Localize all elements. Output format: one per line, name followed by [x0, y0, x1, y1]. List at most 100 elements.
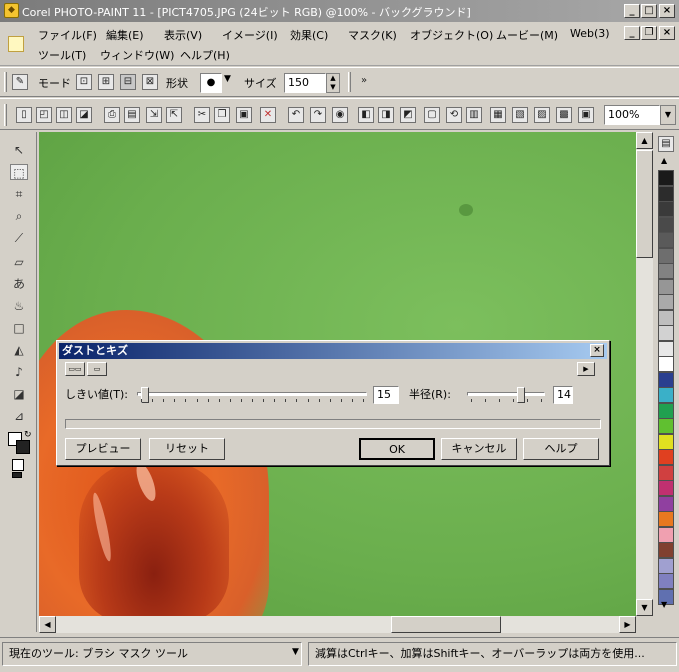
clone-tool-icon[interactable]: ♨ — [10, 298, 28, 314]
crop-tool-icon[interactable]: ⌗ — [10, 186, 28, 202]
mode-subtract-icon[interactable]: ⊟ — [120, 74, 136, 90]
threshold-slider-thumb[interactable] — [141, 387, 150, 403]
menu-view[interactable]: 表示(V) — [164, 27, 202, 43]
expand-dialog-icon[interactable]: ▶ — [577, 362, 595, 376]
zoom-dropdown-icon[interactable]: ▼ — [660, 105, 676, 125]
palette-swatch[interactable] — [658, 449, 674, 465]
palette-swatch[interactable] — [658, 371, 674, 388]
palette-swatch[interactable] — [658, 542, 674, 558]
menu-effects[interactable]: 効果(C) — [290, 27, 328, 43]
brightness-icon[interactable]: ▧ — [512, 107, 528, 123]
palette-swatch[interactable] — [658, 247, 674, 264]
open-file-icon[interactable]: ◰ — [36, 107, 52, 123]
mode-normal-icon[interactable]: ⊡ — [76, 74, 92, 90]
toolbar-grip[interactable] — [4, 104, 7, 126]
preview-button[interactable]: プレビュー — [65, 438, 141, 460]
scroll-left-button[interactable]: ◀ — [39, 616, 56, 633]
palette-swatch[interactable] — [658, 480, 674, 496]
rectangle-tool-icon[interactable]: □ — [10, 320, 28, 336]
single-preview-icon[interactable]: ▭ — [87, 362, 107, 376]
mode-add-icon[interactable]: ⊞ — [98, 74, 114, 90]
reset-button[interactable]: リセット — [149, 438, 225, 460]
paste-icon[interactable]: ▣ — [236, 107, 252, 123]
scroll-right-button[interactable]: ▶ — [619, 616, 636, 633]
scan-icon[interactable]: ▤ — [124, 107, 140, 123]
palette-scroll-down-icon[interactable]: ▼ — [661, 600, 667, 609]
menu-window[interactable]: ウィンドウ(W) — [100, 47, 174, 63]
radius-slider-thumb[interactable] — [517, 387, 526, 403]
scroll-down-button[interactable]: ▼ — [636, 599, 653, 616]
eraser-tool-icon[interactable]: ▱ — [10, 254, 28, 270]
rotate-icon[interactable]: ⟲ — [446, 107, 462, 123]
eyedropper-tool-icon[interactable]: ⟋ — [10, 230, 28, 246]
menu-file[interactable]: ファイル(F) — [38, 27, 97, 43]
palette-swatch[interactable] — [658, 356, 674, 372]
palette-swatch[interactable] — [658, 464, 674, 481]
dual-preview-icon[interactable]: ▭▭ — [65, 362, 85, 376]
print-icon[interactable]: ⎙ — [104, 107, 120, 123]
save-icon[interactable]: ◫ — [56, 107, 72, 123]
doc-restore-button[interactable]: ❐ — [641, 26, 657, 40]
palette-swatch[interactable] — [658, 526, 674, 543]
cut-icon[interactable]: ✂ — [194, 107, 210, 123]
palette-swatch[interactable] — [658, 495, 674, 512]
menu-edit[interactable]: 編集(E) — [106, 27, 144, 43]
cancel-button[interactable]: キャンセル — [441, 438, 517, 460]
palette-swatch[interactable] — [658, 185, 674, 202]
paint-tool-icon[interactable]: ♪ — [10, 364, 28, 380]
mask-brush-icon[interactable]: ✎ — [12, 74, 28, 90]
object-marquee-icon[interactable]: ▢ — [424, 107, 440, 123]
palette-swatch[interactable] — [658, 263, 674, 279]
fullscreen-icon[interactable]: ▣ — [578, 107, 594, 123]
delete-icon[interactable]: ✕ — [260, 107, 276, 123]
vertical-scroll-thumb[interactable] — [636, 150, 653, 258]
menu-help[interactable]: ヘルプ(H) — [180, 47, 230, 63]
export-icon[interactable]: ⇱ — [166, 107, 182, 123]
undo-icon[interactable]: ↶ — [288, 107, 304, 123]
save-as-icon[interactable]: ◪ — [76, 107, 92, 123]
palette-swatch[interactable] — [658, 557, 674, 574]
mask-overlay-icon[interactable]: ◨ — [378, 107, 394, 123]
menu-mask[interactable]: マスク(K) — [348, 27, 397, 43]
mask-tool-icon[interactable]: ⬚ — [10, 164, 28, 180]
zoom-tool-icon[interactable]: ⌕ — [10, 208, 28, 224]
ok-button[interactable]: OK — [359, 438, 435, 460]
zoom-input[interactable]: 100% — [604, 105, 660, 125]
palette-swatch[interactable] — [658, 278, 674, 295]
menu-web[interactable]: Web(3) — [570, 27, 610, 40]
size-input[interactable]: 150 — [284, 73, 326, 93]
menu-object[interactable]: オブジェクト(O) — [410, 27, 493, 43]
help-button[interactable]: ヘルプ — [523, 438, 599, 460]
status-dropdown-icon[interactable]: ▼ — [292, 647, 299, 657]
doc-close-button[interactable]: × — [659, 26, 675, 40]
threshold-input[interactable]: 15 — [373, 386, 399, 404]
palette-swatch[interactable] — [658, 216, 674, 233]
toolbar-grip[interactable] — [4, 72, 7, 92]
redo-icon[interactable]: ↷ — [310, 107, 326, 123]
pick-tool-icon[interactable]: ↖ — [10, 142, 28, 158]
image-sprayer-tool-icon[interactable]: ⊿ — [10, 408, 28, 424]
fill-color-swatch[interactable] — [12, 459, 24, 471]
threshold-slider[interactable] — [137, 385, 367, 405]
mask-marquee-icon[interactable]: ◩ — [400, 107, 416, 123]
background-color-swatch[interactable] — [16, 440, 30, 454]
shape-selector[interactable]: ● — [200, 73, 222, 93]
corel-online-icon[interactable]: ◉ — [332, 107, 348, 123]
radius-input[interactable]: 14 — [553, 386, 573, 404]
color-mode-icon[interactable]: ▦ — [490, 107, 506, 123]
palette-swatch[interactable] — [658, 170, 674, 186]
size-spinner[interactable]: ▲ ▼ — [326, 73, 340, 93]
mode-intersect-icon[interactable]: ⊠ — [142, 74, 158, 90]
palette-swatch[interactable] — [658, 573, 674, 589]
minimize-button[interactable]: _ — [624, 4, 640, 18]
palette-options-icon[interactable]: ▤ — [658, 136, 674, 152]
doc-minimize-button[interactable]: _ — [624, 26, 640, 40]
more-icon[interactable]: » — [356, 74, 372, 90]
swap-colors-icon[interactable]: ↻ — [24, 430, 32, 440]
palette-swatch[interactable] — [658, 232, 674, 248]
menu-tools[interactable]: ツール(T) — [38, 47, 86, 63]
palette-swatch[interactable] — [658, 201, 674, 217]
vertical-scrollbar[interactable]: ▲ ▼ — [636, 132, 653, 616]
new-file-icon[interactable]: ▯ — [16, 107, 32, 123]
copy-icon[interactable]: ❐ — [214, 107, 230, 123]
